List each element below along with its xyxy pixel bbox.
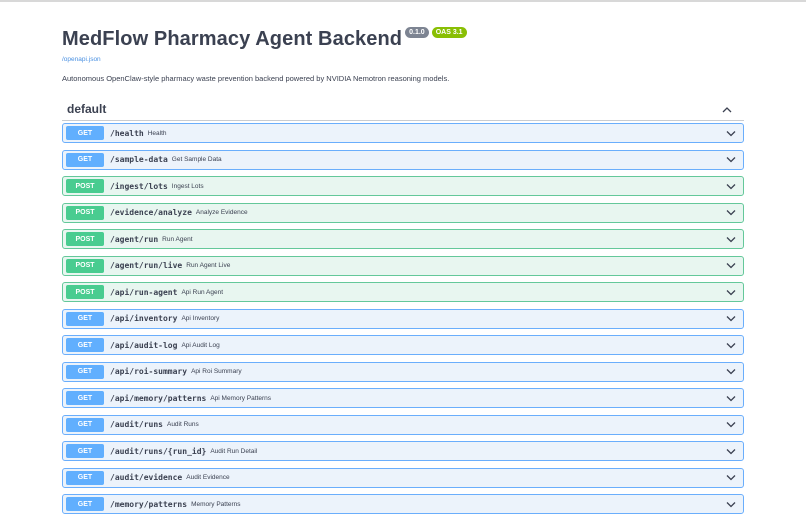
chevron-up-icon[interactable] xyxy=(720,102,734,116)
operation-row[interactable]: GET/audit/runs Audit Runs xyxy=(62,414,744,435)
method-badge: GET xyxy=(66,338,104,352)
operation-row[interactable]: GET/api/audit-log Api Audit Log xyxy=(62,335,744,355)
operation-path: /ingest/lots xyxy=(110,181,168,191)
method-badge: POST xyxy=(66,232,104,246)
top-border xyxy=(0,0,806,2)
page-title: MedFlow Pharmacy Agent Backend xyxy=(62,28,403,50)
chevron-down-icon[interactable] xyxy=(725,339,737,351)
chevron-down-icon[interactable] xyxy=(725,286,737,298)
chevron-down-icon[interactable] xyxy=(725,313,737,325)
operation-summary: Health xyxy=(147,129,167,137)
method-badge: GET xyxy=(66,311,104,326)
oas-badge: OAS 3.1 xyxy=(431,27,467,38)
operation-path: /health xyxy=(110,128,144,138)
operation-row[interactable]: GET/api/memory/patterns Api Memory Patter… xyxy=(62,388,744,408)
method-badge: GET xyxy=(66,391,104,405)
method-badge: GET xyxy=(66,470,104,485)
operation-row[interactable]: POST/agent/run/live Run Agent Live xyxy=(62,255,744,276)
method-badge: GET xyxy=(66,497,104,511)
chevron-down-icon[interactable] xyxy=(725,127,737,139)
chevron-down-icon[interactable] xyxy=(725,207,737,219)
operation-row[interactable]: GET/health Health xyxy=(62,123,744,143)
section-header-default[interactable]: default xyxy=(62,98,744,121)
operation-summary: Memory Patterns xyxy=(191,500,241,508)
operation-row[interactable]: GET/api/roi-summary Api Roi Summary xyxy=(62,361,744,382)
method-badge: POST xyxy=(66,205,104,220)
title-row: MedFlow Pharmacy Agent Backend 0.1.0 OAS… xyxy=(62,24,752,52)
operation-row[interactable]: POST/api/run-agent Api Run Agent xyxy=(62,282,744,302)
operations-section: default GET/health Health GET/sample-data G… xyxy=(62,98,744,521)
method-badge: GET xyxy=(66,444,104,458)
chevron-down-icon[interactable] xyxy=(725,419,737,431)
operation-row[interactable]: POST/ingest/lots Ingest Lots xyxy=(62,176,744,196)
chevron-down-icon[interactable] xyxy=(725,392,737,404)
operation-path: /agent/run xyxy=(110,234,159,244)
operation-summary: Api Run Agent xyxy=(181,288,223,296)
operation-summary: Api Audit Log xyxy=(181,341,220,349)
operation-path: /memory/patterns xyxy=(110,499,188,509)
operation-path: /audit/evidence xyxy=(110,473,183,482)
method-badge: POST xyxy=(66,285,104,299)
method-badge: GET xyxy=(66,364,104,379)
operation-path: /evidence/analyze xyxy=(110,208,192,217)
operation-summary: Api Inventory xyxy=(181,315,220,322)
operation-summary: Audit Runs xyxy=(166,421,199,428)
operation-summary: Run Agent Live xyxy=(186,262,231,269)
method-badge: GET xyxy=(66,152,104,167)
version-badge: 0.1.0 xyxy=(405,27,429,38)
api-info: MedFlow Pharmacy Agent Backend 0.1.0 OAS… xyxy=(62,24,752,83)
operation-summary: Run Agent xyxy=(162,235,193,243)
operation-summary: Audit Run Detail xyxy=(210,447,258,455)
operation-row[interactable]: GET/memory/patterns Memory Patterns xyxy=(62,494,744,514)
method-badge: POST xyxy=(66,258,104,273)
operation-path: /agent/run/live xyxy=(110,261,183,270)
method-badge: POST xyxy=(66,179,104,193)
operation-row[interactable]: GET/audit/runs/{run_id} Audit Run Detail xyxy=(62,441,744,461)
operation-summary: Api Memory Patterns xyxy=(210,394,272,402)
chevron-down-icon[interactable] xyxy=(725,233,737,245)
chevron-down-icon[interactable] xyxy=(725,445,737,457)
operation-path: /audit/runs xyxy=(110,420,163,429)
chevron-down-icon[interactable] xyxy=(725,472,737,484)
operation-path: /audit/runs/{run_id} xyxy=(110,446,207,456)
chevron-down-icon[interactable] xyxy=(725,498,737,510)
operation-path: /api/run-agent xyxy=(110,287,178,297)
operation-path: /api/roi-summary xyxy=(110,367,188,376)
operation-path: /api/audit-log xyxy=(110,340,178,350)
operation-summary: Analyze Evidence xyxy=(195,209,248,216)
operations-list: GET/health Health GET/sample-data Get Sampl… xyxy=(62,123,744,514)
operation-row[interactable]: POST/agent/run Run Agent xyxy=(62,229,744,249)
operation-summary: Audit Evidence xyxy=(186,474,230,481)
operation-summary: Ingest Lots xyxy=(171,182,204,190)
operation-row[interactable]: GET/sample-data Get Sample Data xyxy=(62,149,744,170)
method-badge: GET xyxy=(66,126,104,140)
openapi-json-link[interactable]: /openapi.json xyxy=(62,56,752,63)
operation-row[interactable]: GET/audit/evidence Audit Evidence xyxy=(62,467,744,488)
chevron-down-icon[interactable] xyxy=(725,180,737,192)
operation-summary: Get Sample Data xyxy=(171,156,222,163)
operation-path: /sample-data xyxy=(110,155,168,164)
chevron-down-icon[interactable] xyxy=(725,154,737,166)
operation-row[interactable]: POST/evidence/analyze Analyze Evidence xyxy=(62,202,744,223)
operation-path: /api/inventory xyxy=(110,314,178,323)
section-title: default xyxy=(67,102,107,116)
chevron-down-icon[interactable] xyxy=(725,366,737,378)
chevron-down-icon[interactable] xyxy=(725,260,737,272)
method-badge: GET xyxy=(66,417,104,432)
operation-row[interactable]: GET/api/inventory Api Inventory xyxy=(62,308,744,329)
api-description: Autonomous OpenClaw-style pharmacy waste… xyxy=(62,74,450,83)
operation-path: /api/memory/patterns xyxy=(110,393,207,403)
operation-summary: Api Roi Summary xyxy=(191,368,242,375)
